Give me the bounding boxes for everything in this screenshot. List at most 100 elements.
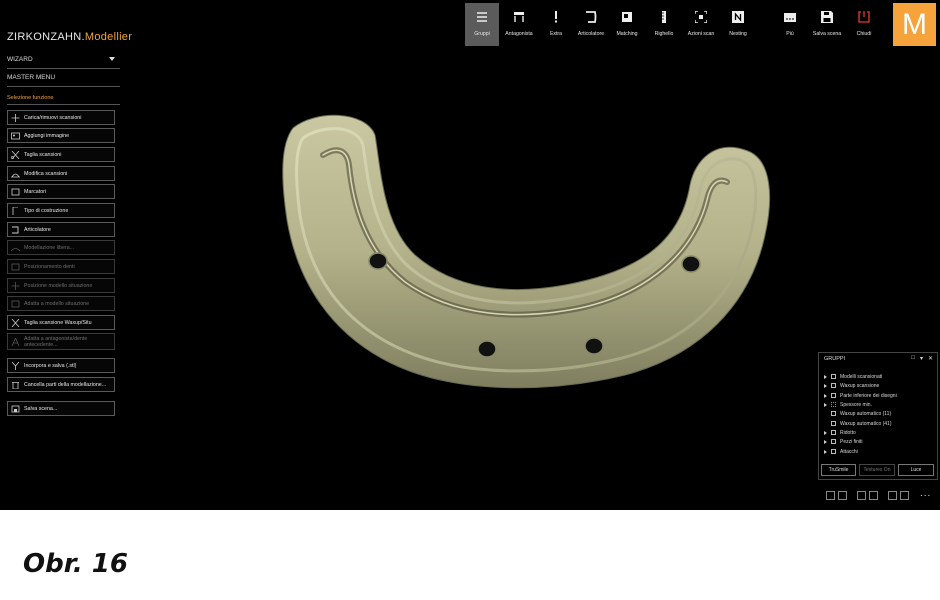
app-brand: ZIRKONZAHN.Modellier: [7, 31, 132, 43]
group-item-waxup-scansione[interactable]: Waxup scansione: [824, 381, 879, 390]
luce-button[interactable]: Luce: [898, 464, 934, 476]
function-button-tipo-costruzione[interactable]: Tipo di costruzione: [7, 203, 115, 218]
articulator-icon: [11, 226, 20, 234]
group-item-modelli-scansionati[interactable]: Modelli scansionati: [824, 372, 882, 381]
checkbox[interactable]: [831, 449, 836, 454]
function-button-taglia-scansioni[interactable]: Taglia scansioni: [7, 147, 115, 162]
tool-matching[interactable]: Matching: [610, 3, 644, 46]
view-toggle-4[interactable]: [869, 491, 878, 500]
view-toggle-2[interactable]: [838, 491, 847, 500]
dental-bar-model[interactable]: [282, 114, 771, 389]
view-toggle-3[interactable]: [857, 491, 866, 500]
checkbox[interactable]: [831, 393, 836, 398]
modellier-window: ZIRKONZAHN.Modellier WIZARD MASTER MENU …: [0, 0, 940, 510]
group-item-waxup-auto-41[interactable]: Waxup automatico (41): [824, 419, 892, 428]
view-toggle-5[interactable]: [888, 491, 897, 500]
free-model-icon: [11, 244, 20, 252]
tool-chiudi[interactable]: Chiudi: [847, 3, 881, 46]
maximize-icon[interactable]: □: [911, 355, 915, 362]
more-icon: [784, 13, 796, 22]
antagonist-icon: [514, 12, 524, 22]
tool-salva-scena[interactable]: Salva scena: [810, 3, 844, 46]
group-item-spessore-min[interactable]: Spessore min.: [824, 400, 872, 409]
group-item-waxup-auto-11[interactable]: Waxup automatico (11): [824, 409, 891, 418]
expand-arrow-icon[interactable]: [824, 439, 827, 444]
upload-icon: [11, 113, 20, 122]
master-menu[interactable]: MASTER MENU: [7, 69, 120, 86]
function-button-modifica-scansioni[interactable]: Modifica scansioni: [7, 166, 115, 181]
function-button-modellazione-libera: Modellazione libera...: [7, 240, 115, 255]
expand-arrow-icon[interactable]: [824, 393, 827, 398]
view-toggle-1[interactable]: [826, 491, 835, 500]
checkbox[interactable]: [831, 383, 836, 388]
articulator-icon: [586, 11, 597, 23]
checkbox[interactable]: [831, 430, 836, 435]
function-button-incorpora-salva[interactable]: Incorpora e salva (.stl): [7, 358, 115, 373]
construction-type-icon: [11, 206, 20, 215]
power-icon: [858, 11, 870, 23]
view-toggle-6[interactable]: [900, 491, 909, 500]
group-item-ridotto[interactable]: Ridotto: [824, 428, 856, 437]
checkbox[interactable]: [831, 411, 836, 416]
group-item-pezzi-finiti[interactable]: Pezzi finiti: [824, 437, 863, 446]
3d-viewport[interactable]: [125, 50, 815, 490]
function-button-posizionamento-denti: Posizionamento denti: [7, 259, 115, 274]
tool-antagonista[interactable]: Antagonista: [502, 3, 536, 46]
function-button-adatta-modello: Adatta a modello situazione: [7, 296, 115, 311]
expand-arrow-icon[interactable]: [824, 402, 827, 407]
master-menu-label: MASTER MENU: [7, 74, 56, 81]
function-button-taglia-waxup[interactable]: Taglia scansione Waxup/Situ: [7, 315, 115, 330]
tool-piu[interactable]: Più: [773, 3, 807, 46]
checkbox[interactable]: [831, 374, 836, 379]
group-item-parte-inferiore[interactable]: Parte inferiore dei disegni: [824, 391, 897, 400]
zirkonzahn-logo[interactable]: M: [893, 3, 936, 46]
divider: [7, 104, 120, 105]
tool-nesting[interactable]: Nesting: [721, 3, 755, 46]
more-options-button[interactable]: ...: [920, 488, 931, 499]
function-button-adatta-antagonista: Adatta a antagonista/dente antecedente..…: [7, 333, 115, 350]
marker-icon: [11, 188, 20, 196]
expand-arrow-icon[interactable]: [824, 383, 827, 388]
chevron-down-icon[interactable]: ▾: [920, 355, 923, 362]
function-button-carica-rimuovi[interactable]: Carica/rimuovi scansioni: [7, 110, 115, 125]
function-button-articolatore[interactable]: Articolatore: [7, 222, 115, 237]
brand-accent: Modellier: [84, 31, 133, 43]
extra-icon: [555, 11, 557, 23]
groups-panel: GRUPPI □ ▾ ✕ Modelli scansionati Waxup s…: [818, 352, 938, 480]
section-title: Selezione funzione: [7, 95, 54, 101]
function-button-marcatori[interactable]: Marcatori: [7, 184, 115, 199]
expand-arrow-icon[interactable]: [824, 449, 827, 454]
tool-azioni-scan[interactable]: Azioni scan: [684, 3, 718, 46]
checkbox[interactable]: [831, 402, 836, 407]
function-button-cancella-parti[interactable]: Cancella parti della modellazione...: [7, 377, 115, 392]
matching-icon: [622, 12, 632, 22]
textures-on-button[interactable]: Textures On: [859, 464, 895, 476]
nesting-icon: [732, 11, 744, 23]
function-button-posizione-modello: Posizione modello situazione: [7, 278, 115, 293]
wizard-dropdown[interactable]: WIZARD: [7, 51, 120, 68]
expand-arrow-icon[interactable]: [824, 374, 827, 379]
function-button-salva-scena[interactable]: Salva scena...: [7, 401, 115, 416]
groups-panel-title: GRUPPI: [824, 356, 846, 362]
tool-gruppi[interactable]: Gruppi: [465, 3, 499, 46]
group-item-attacchi[interactable]: Attacchi: [824, 447, 858, 456]
image-icon: [11, 132, 20, 140]
expand-arrow-icon[interactable]: [824, 430, 827, 435]
checkbox[interactable]: [831, 439, 836, 444]
close-icon[interactable]: ✕: [928, 355, 933, 362]
function-button-aggiungi-immagine[interactable]: Aggiungi immagine: [7, 128, 115, 143]
merge-icon: [11, 361, 20, 370]
tool-righello[interactable]: Righello: [647, 3, 681, 46]
letter-a-icon: [11, 337, 20, 346]
divider: [7, 86, 120, 87]
scan-actions-icon: [695, 11, 707, 23]
tool-extra[interactable]: Extra: [539, 3, 573, 46]
chevron-down-icon: [109, 57, 115, 61]
trusmile-button[interactable]: TruSmile: [821, 464, 856, 476]
scissors-icon: [11, 150, 20, 159]
wizard-label: WIZARD: [7, 56, 33, 63]
checkbox[interactable]: [831, 421, 836, 426]
save-scene-icon: [11, 405, 20, 413]
tool-articolatore[interactable]: Articolatore: [574, 3, 608, 46]
figure-caption: Obr. 16: [23, 549, 128, 579]
